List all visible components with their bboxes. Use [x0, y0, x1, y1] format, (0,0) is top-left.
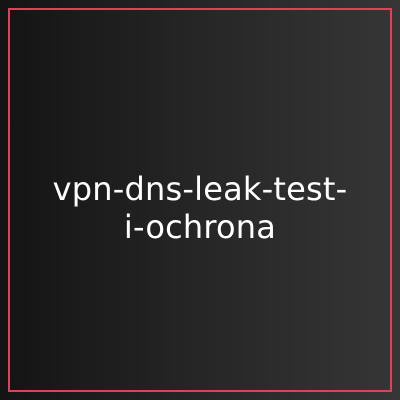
card-title-line-2: i-ochrona — [123, 208, 277, 246]
card-title: vpn-dns-leak-test- i-ochrona — [20, 170, 380, 246]
card-title-line-1: vpn-dns-leak-test- — [52, 170, 348, 208]
title-card: vpn-dns-leak-test- i-ochrona — [0, 0, 400, 400]
